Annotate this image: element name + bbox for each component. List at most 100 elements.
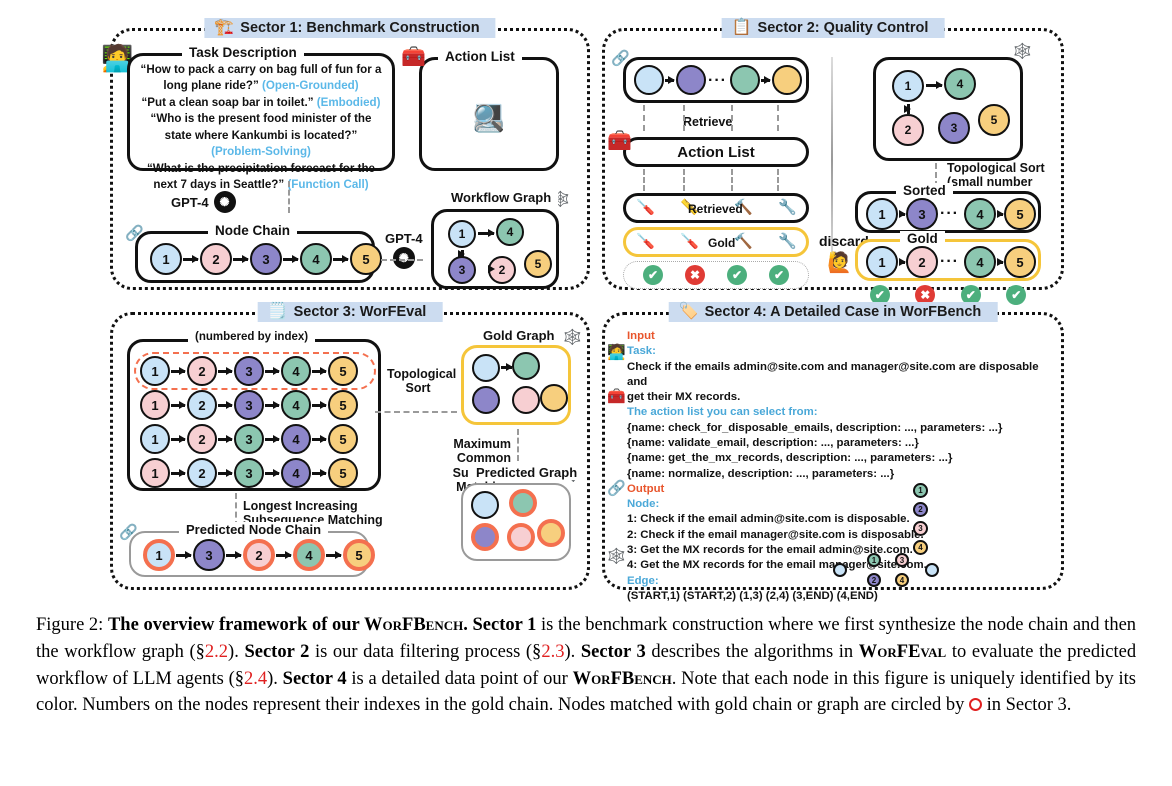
figure-2-framework: 🏗️ Sector 1: Benchmark Construction 🧑‍💻 …: [0, 0, 1172, 602]
workflow-graph-nodes: 14532: [434, 212, 556, 286]
toolbox-icon: 🧰: [607, 388, 626, 405]
tool-icon: 🔧: [778, 233, 797, 250]
arrow: [926, 84, 942, 87]
graph-node: [512, 352, 540, 380]
task-description-label: Task Description: [182, 45, 304, 60]
task-text-line: get their MX records.: [627, 391, 741, 404]
graph-node: [472, 386, 500, 414]
sorted-label: Sorted: [896, 183, 953, 198]
check-icon: ✔: [1006, 285, 1027, 305]
figure-caption: Figure 2: The overview framework of our …: [36, 615, 1137, 716]
graph-node: [730, 65, 760, 95]
tool-icon: 🪛: [636, 199, 655, 216]
edges-text: (START,1) (START,2) (1,3) (2,4) (3,END) …: [627, 589, 878, 602]
graph-node: 5: [328, 458, 358, 488]
action-entry: {name: check_for_disposable_emails, desc…: [627, 421, 1003, 434]
check-icon: ✔: [643, 265, 663, 285]
graph-node: [833, 563, 847, 577]
graph-node: 4: [281, 424, 311, 454]
graph-node: 1: [140, 356, 170, 386]
arrow: [501, 366, 512, 369]
sector-3-title: 🗒️ Sector 3: WorFEval: [257, 302, 443, 322]
arrow: [218, 438, 232, 441]
graph-node: 5: [328, 356, 358, 386]
action-list-label: Action List: [677, 143, 755, 161]
graph-icon: 🕸️: [563, 329, 582, 346]
toolbox-icon: 🧰: [401, 46, 426, 68]
graph-node: 1: [866, 246, 898, 278]
discard-person-icon: 🙋: [827, 252, 852, 274]
tool-icon: 🔧: [778, 199, 797, 216]
gold-chain-row: 1 2 4 5 ···: [858, 242, 1038, 278]
graph-node: 4: [964, 246, 996, 278]
graph-node: 4: [944, 68, 976, 100]
arrow: [171, 472, 185, 475]
gold-chain-box: Gold 1 2 4 5 ···: [855, 231, 1041, 281]
tool-icon: 🪛: [636, 233, 655, 250]
retrieved-tools-box: 🪛 📏 🔨 🔧 Retrieved: [623, 193, 809, 223]
graph-node: 1: [140, 458, 170, 488]
sector-4-panel: 🏷️ Sector 4: A Detailed Case in WorFBenc…: [602, 302, 1064, 602]
chain-link-icon: 🔗: [607, 480, 626, 497]
graph-node: [509, 489, 537, 517]
graph-node: [507, 523, 535, 551]
sector-4-title: 🏷️ Sector 4: A Detailed Case in WorFBenc…: [668, 302, 998, 322]
tool-arrow: [731, 169, 733, 191]
sector2-chain-box: ···: [623, 57, 809, 103]
arrow: [461, 250, 464, 258]
graph-node: 1: [143, 539, 175, 571]
graph-node: [634, 65, 664, 95]
numbered-by-index-label: (numbered by index): [188, 331, 316, 343]
arrow: [176, 554, 191, 557]
arrow: [333, 258, 348, 261]
arrow: [265, 472, 279, 475]
arrow: [312, 404, 326, 407]
graph-node: 4: [281, 356, 311, 386]
arrow: [265, 370, 279, 373]
graph-node: 3: [913, 521, 928, 536]
graph-node: [676, 65, 706, 95]
sorted-chain-box: Sorted 1 3 4 5 ···: [855, 183, 1041, 233]
graph-node: 1: [866, 198, 898, 230]
arrow: [171, 404, 185, 407]
action-entry: {name: get_the_mx_records, description: …: [627, 452, 953, 465]
graph-node: 4: [496, 218, 524, 246]
checklist-icon: 🗒️: [267, 303, 288, 320]
chain-link-icon: 🔗: [125, 225, 144, 242]
check-icon: ✔: [769, 265, 789, 285]
graph-node: 2: [906, 246, 938, 278]
arrow: [218, 370, 232, 373]
graph-node: 3: [895, 553, 909, 567]
predicted-graph-box: Predicted Graph 🕸️: [461, 465, 585, 561]
graph-node: 2: [187, 390, 217, 420]
gpt4-label-right: GPT-4 ✺: [385, 231, 423, 269]
graph-node: [471, 523, 499, 551]
graph-node: 4: [281, 390, 311, 420]
arrow: [899, 261, 905, 264]
node-entry: 2: Check if the email manager@site.com i…: [627, 528, 924, 541]
graph-node: [472, 354, 500, 382]
chain-link-icon: 🔗: [119, 524, 138, 541]
node-entry: 1: Check if the email admin@site.com is …: [627, 513, 910, 526]
graph-node: 3: [234, 458, 264, 488]
retrieve-label: Retrieve: [683, 115, 733, 129]
ellipsis: ···: [940, 205, 959, 222]
retrieved-label: Retrieved: [688, 202, 743, 216]
graph-node: 5: [978, 104, 1010, 136]
example-tag-icon: 🏷️: [678, 303, 699, 320]
workflow-graph-box: Workflow Graph 🕸️ 14532: [431, 190, 570, 289]
arrow: [218, 472, 232, 475]
retrieve-arrow: [731, 105, 733, 131]
red-circle-icon: [968, 698, 982, 712]
graph-node: 3: [234, 356, 264, 386]
check-icon: ✔: [727, 265, 747, 285]
action-entry: {name: validate_email, description: ...,…: [627, 436, 919, 449]
task-description-box: Task Description “How to pack a carry on…: [127, 45, 395, 191]
gold-label: Gold: [708, 236, 736, 250]
sector2-graph-nodes: 145 23: [876, 60, 1020, 158]
mcs-arrow: [517, 429, 519, 461]
left-verdict-row: ✔ ✖ ✔ ✔: [623, 261, 809, 289]
graph-node: 1: [140, 424, 170, 454]
graph-node: [471, 491, 499, 519]
graph-node: 3: [906, 198, 938, 230]
